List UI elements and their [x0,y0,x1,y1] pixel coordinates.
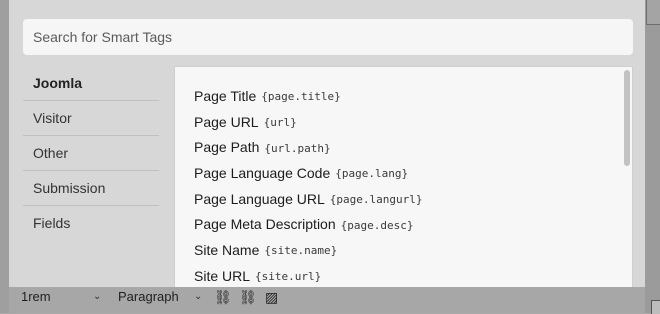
tag-item-site-name[interactable]: Site Name {site.name} [194,237,423,263]
image-icon[interactable]: ▨ [265,289,278,306]
link-icon[interactable]: ⛓ [214,289,232,306]
tag-name: Page Language URL [194,190,325,207]
tag-item-page-language-code[interactable]: Page Language Code {page.lang} [194,160,423,186]
background-left-strip [0,0,9,313]
category-item-visitor[interactable]: Visitor [23,101,159,136]
background-checkbox [651,300,660,314]
background-panel-box [646,0,660,25]
smart-tags-modal: Joomla Visitor Other Submission Fields P… [9,0,645,287]
tag-name: Page Path [194,139,260,156]
tag-code: {url} [263,116,297,130]
tag-code: {site.url} [255,270,322,284]
tag-name: Page Meta Description [194,216,336,233]
category-item-submission[interactable]: Submission [23,171,159,206]
tag-item-page-meta-description[interactable]: Page Meta Description {page.desc} [194,211,423,237]
tag-item-page-url[interactable]: Page URL {url} [194,109,423,135]
tag-name: Page Language Code [194,164,331,181]
tag-item-site-url[interactable]: Site URL {site.url} [194,263,423,287]
tag-code: {page.desc} [340,218,414,232]
category-item-other[interactable]: Other [23,136,159,171]
category-item-fields[interactable]: Fields [23,206,159,241]
category-item-joomla[interactable]: Joomla [23,66,159,101]
tag-name: Page Title [194,87,257,104]
tag-name: Site Name [194,241,260,258]
tag-name: Site URL [194,267,251,284]
editor-toolbar: 1rem ⌄ Paragraph ⌄ ⛓ ⛓ ▨ [9,287,645,313]
tag-name: Page URL [194,113,259,130]
category-sidebar: Joomla Visitor Other Submission Fields [23,66,159,241]
tag-code: {site.name} [264,244,338,258]
tag-code: {page.lang} [335,167,409,181]
tag-item-page-title[interactable]: Page Title {page.title} [194,83,423,109]
tag-code: {page.langurl} [329,193,423,207]
chevron-down-icon: ⌄ [93,291,102,302]
tag-item-page-language-url[interactable]: Page Language URL {page.langurl} [194,186,423,212]
format-select[interactable]: Paragraph [118,289,179,304]
tag-code: {page.title} [261,90,341,104]
tag-item-page-path[interactable]: Page Path {url.path} [194,134,423,160]
font-size-select[interactable]: 1rem [21,289,51,304]
chevron-down-icon: ⌄ [194,291,203,302]
tag-list: Page Title {page.title} Page URL {url} P… [194,83,423,287]
background-right-strip [645,0,660,313]
tag-list-panel: Page Title {page.title} Page URL {url} P… [174,66,633,287]
tag-code: {url.path} [264,141,331,155]
scrollbar-thumb[interactable] [624,70,630,166]
search-input[interactable] [23,19,633,55]
unlink-icon[interactable]: ⛓ [239,289,257,306]
